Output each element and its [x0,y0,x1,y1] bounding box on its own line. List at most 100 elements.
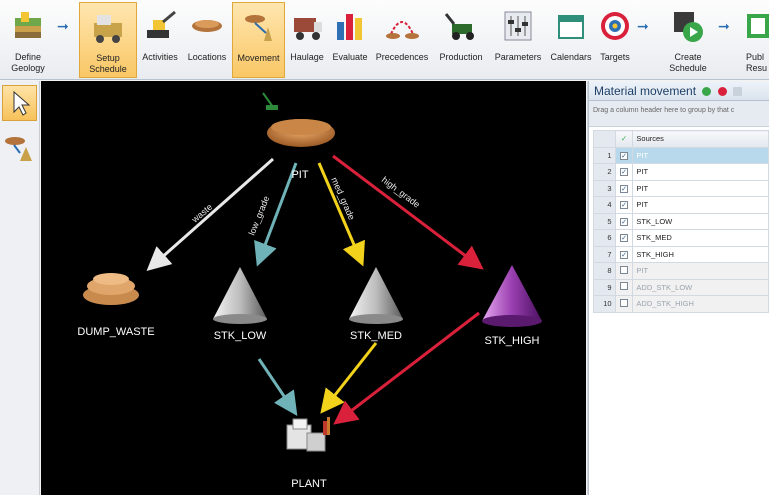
production-label: Production [439,52,483,62]
row-checkbox[interactable]: ✓ [614,179,634,197]
plant-building-icon [286,417,330,452]
flow-arrow-icon: ➞ [637,18,649,34]
checkbox-icon[interactable]: ✓ [620,250,628,259]
production-button[interactable]: Production [433,2,489,78]
remove-row-icon[interactable] [717,87,727,97]
define-geology-label: Define Geology [11,52,45,73]
row-checkbox[interactable]: ✓ [614,146,634,164]
setup-schedule-button[interactable]: Setup Schedule [79,2,137,78]
node-pit[interactable]: PIT [262,92,335,181]
movement-diagram-canvas[interactable]: waste low_grade med_grade high_grade PIT… [41,81,586,495]
row-checkbox[interactable]: ✓ [614,245,634,263]
sources-column-header[interactable]: Sources [632,130,769,148]
create-schedule-button[interactable]: Create Schedule [658,2,718,78]
haulage-label: Haulage [290,52,324,62]
locations-button[interactable]: Locations [183,2,231,78]
copy-icon[interactable] [733,87,743,97]
calendars-button[interactable]: Calendars [547,2,595,78]
table-row[interactable]: 2 ✓ PIT [593,163,769,181]
haulage-button[interactable]: Haulage [286,2,328,78]
ribbon-toolbar: Define Geology ➞ Setup Schedule Activiti… [0,0,769,80]
node-label-stk-low: STK_LOW [214,330,267,342]
node-label-pit: PIT [291,169,308,181]
edge-label-high-grade: high_grade [380,175,422,210]
row-number: 10 [593,295,616,313]
row-source[interactable]: ADD_STK_LOW [632,278,769,296]
checkbox-icon[interactable]: ✓ [620,201,628,210]
row-checkbox[interactable] [614,262,634,280]
setup-schedule-label: Setup Schedule [89,53,127,74]
edge-stk-low-plant[interactable] [257,358,298,416]
node-plant[interactable]: PLANT [286,417,330,490]
row-number: 6 [593,229,616,247]
table-row[interactable]: 9 ADD_STK_LOW [593,278,769,296]
publish-icon [747,14,769,38]
checkbox-icon[interactable] [620,298,628,307]
movement-button[interactable]: Movement [232,2,285,78]
row-source[interactable]: PIT [632,146,769,164]
checkbox-icon[interactable]: ✓ [620,151,628,160]
precedences-button[interactable]: Precedences [372,2,432,78]
row-source[interactable]: PIT [632,179,769,197]
checkbox-icon[interactable]: ✓ [620,234,628,243]
target-icon [601,12,629,40]
table-row[interactable]: 1 ✓ PIT [593,146,769,164]
add-row-icon[interactable] [702,87,712,97]
node-label-dump-waste: DUMP_WASTE [77,326,154,338]
parameters-button[interactable]: Parameters [490,2,546,78]
table-row[interactable]: 6 ✓ STK_MED [593,229,769,247]
checkbox-icon[interactable] [620,265,628,274]
table-row[interactable]: 10 ADD_STK_HIGH [593,295,769,313]
node-stk-low[interactable]: STK_LOW [213,267,267,342]
row-checkbox[interactable]: ✓ [614,229,634,247]
table-row[interactable]: 5 ✓ STK_LOW [593,212,769,230]
row-source[interactable]: ADD_STK_HIGH [632,295,769,313]
table-header-row: ✓ Sources [593,130,769,148]
publish-results-label: Publ Resu [746,52,768,73]
group-by-hint[interactable]: Drag a column header here to group by th… [589,101,769,127]
checkbox-icon[interactable]: ✓ [620,168,628,177]
movement-icon [244,15,272,41]
panel-header: Material movement [589,81,769,101]
row-checkbox[interactable]: ✓ [614,163,634,181]
evaluate-button[interactable]: Evaluate [329,2,371,78]
movement-diagram: waste low_grade med_grade high_grade PIT… [77,92,542,490]
panel-title: Material movement [594,84,697,98]
node-label-stk-med: STK_MED [350,330,402,342]
flow-arrow-icon: ➞ [718,18,730,34]
activities-button[interactable]: Activities [138,2,182,78]
row-number: 4 [593,196,616,214]
define-geology-button[interactable]: Define Geology [0,2,56,78]
row-source[interactable]: STK_HIGH [632,245,769,263]
node-label-plant: PLANT [291,478,327,490]
row-checkbox[interactable]: ✓ [614,212,634,230]
edge-label-low-grade: low_grade [247,194,272,236]
row-checkbox[interactable]: ✓ [614,196,634,214]
node-stk-high[interactable]: STK_HIGH [482,265,542,347]
publish-results-button[interactable]: Publ Resu [738,2,769,78]
checked-column-header[interactable]: ✓ [614,130,634,148]
row-number: 5 [593,212,616,230]
table-row[interactable]: 7 ✓ STK_HIGH [593,245,769,263]
checkbox-icon[interactable]: ✓ [620,184,628,193]
locations-label: Locations [187,52,227,62]
select-tool-button[interactable] [2,85,37,121]
row-checkbox[interactable] [614,295,634,313]
row-checkbox[interactable] [614,278,634,296]
targets-button[interactable]: Targets [596,2,634,78]
table-row[interactable]: 4 ✓ PIT [593,196,769,214]
row-source[interactable]: PIT [632,196,769,214]
row-number: 9 [593,278,616,296]
row-source[interactable]: STK_MED [632,229,769,247]
row-source[interactable]: PIT [632,163,769,181]
row-source[interactable]: PIT [632,262,769,280]
checkbox-icon[interactable] [620,282,628,291]
checkbox-icon[interactable]: ✓ [620,217,628,226]
node-label-stk-high: STK_HIGH [484,335,539,347]
node-stk-med[interactable]: STK_MED [349,267,403,342]
add-location-tool-button[interactable] [2,131,37,167]
row-source[interactable]: STK_LOW [632,212,769,230]
node-dump-waste[interactable]: DUMP_WASTE [77,273,155,338]
table-row[interactable]: 8 PIT [593,262,769,280]
table-row[interactable]: 3 ✓ PIT [593,179,769,197]
